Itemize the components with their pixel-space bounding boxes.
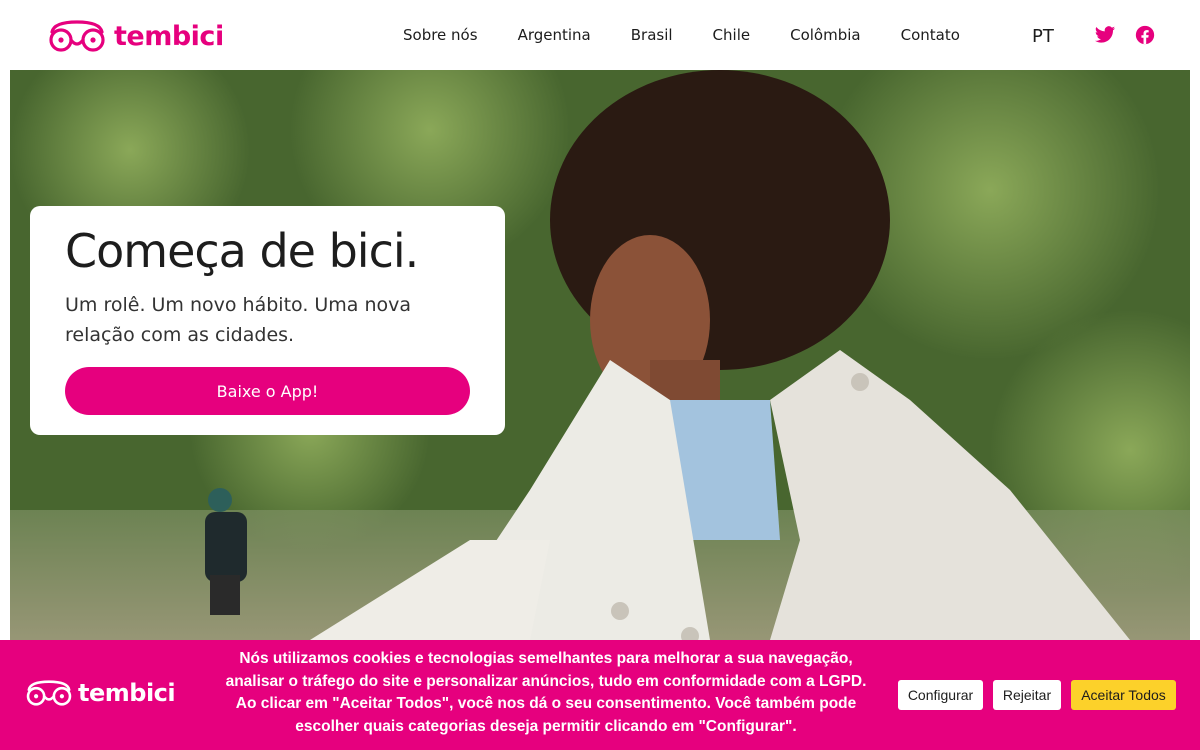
hero-section: Começa de bici. Um rolê. Um novo hábito.…	[10, 70, 1190, 640]
accept-all-cookies-button[interactable]: Aceitar Todos	[1071, 680, 1176, 710]
nav-item-chile[interactable]: Chile	[713, 26, 751, 44]
nav-item-colombia[interactable]: Colômbia	[790, 26, 861, 44]
nav-item-brasil[interactable]: Brasil	[631, 26, 673, 44]
tembici-logo-icon	[49, 20, 105, 52]
nav-item-sobre-nos[interactable]: Sobre nós	[403, 26, 478, 44]
cookie-banner-logo: tembici	[24, 678, 176, 708]
configure-cookies-button[interactable]: Configurar	[898, 680, 983, 710]
site-header: tembici Sobre nós Argentina Brasil Chile…	[0, 0, 1200, 70]
language-selector[interactable]: PT	[1032, 26, 1054, 47]
tembici-logo-icon	[26, 680, 72, 706]
cookie-message: Nós utilizamos cookies e tecnologias sem…	[225, 650, 867, 735]
nav-item-contato[interactable]: Contato	[901, 26, 960, 44]
twitter-icon[interactable]	[1094, 24, 1116, 46]
logo-text: tembici	[114, 20, 224, 52]
cookie-logo-text: tembici	[78, 679, 176, 707]
main-nav: Sobre nós Argentina Brasil Chile Colômbi…	[403, 0, 960, 70]
hero-card: Começa de bici. Um rolê. Um novo hábito.…	[30, 206, 505, 435]
nav-item-argentina[interactable]: Argentina	[518, 26, 591, 44]
hero-subtitle: Um rolê. Um novo hábito. Uma nova relaçã…	[65, 294, 412, 346]
tembici-logo[interactable]: tembici	[46, 18, 224, 54]
hero-title: Começa de bici.	[65, 224, 419, 278]
facebook-icon[interactable]	[1134, 24, 1156, 46]
download-app-button[interactable]: Baixe o App!	[65, 367, 470, 415]
reject-cookies-button[interactable]: Rejeitar	[993, 680, 1061, 710]
